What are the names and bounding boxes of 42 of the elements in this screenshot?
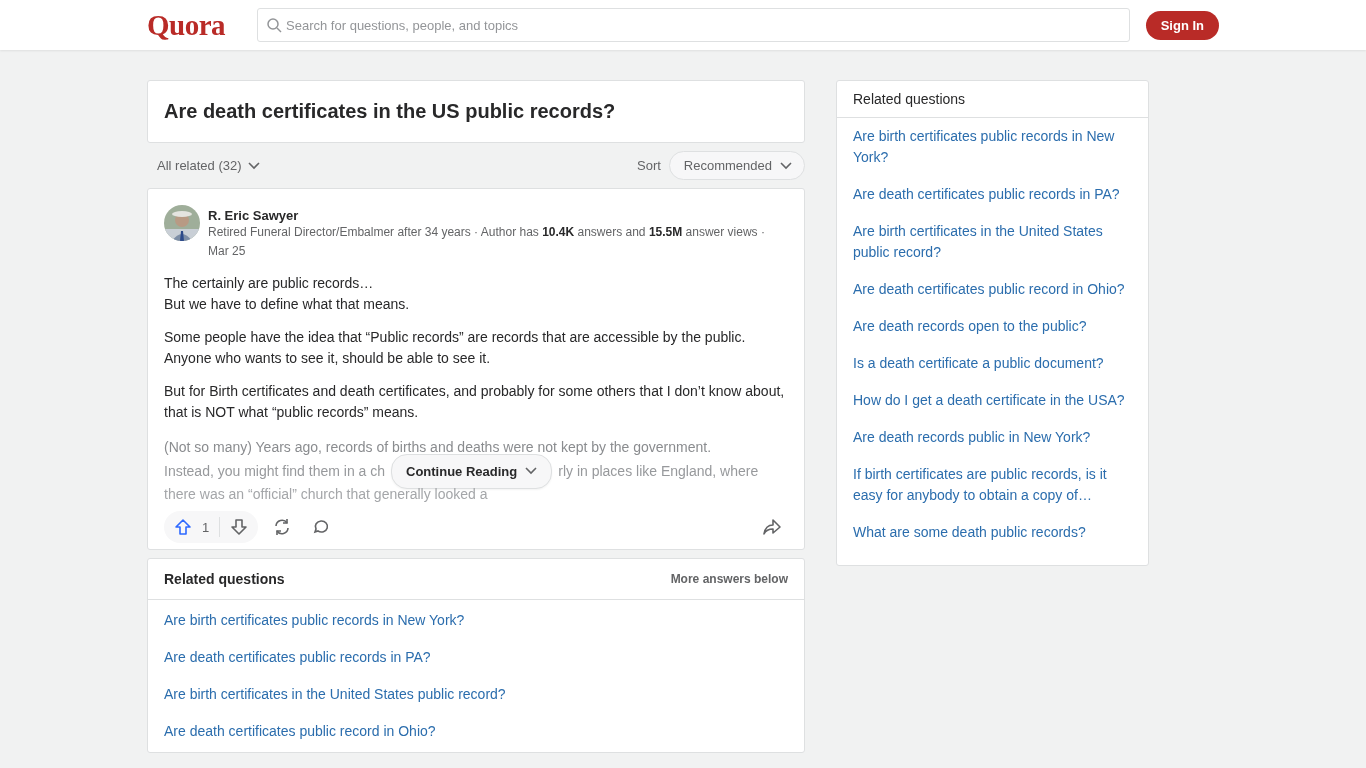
search-field[interactable]: Search for questions, people, and topics xyxy=(257,8,1130,42)
answer-text: Some people have the idea that “Public records” are records that are accessible by the public. Anyone who wants to see it, should be able to see it. xyxy=(164,328,747,368)
related-question-link[interactable]: Is a death certificate a public document? xyxy=(853,353,1132,390)
answer-text: Instead, you might find them in a ch xyxy=(164,461,385,481)
related-question-link[interactable]: Are death certificates public record in Ohio? xyxy=(853,279,1132,316)
more-answers-note: More answers below xyxy=(670,572,788,586)
author-credential: Retired Funeral Director/Embalmer after 34 years · Author has 10.4K answers and 15.5M answer views · Mar 25 xyxy=(208,224,766,260)
related-question-link[interactable]: If birth certificates are public records, is it easy for anybody to obtain a copy of… xyxy=(853,464,1132,522)
related-question-link[interactable]: Are death certificates public records in PA? xyxy=(853,184,1132,221)
answer-text: rly in places like England, where xyxy=(558,461,759,481)
chevron-down-icon xyxy=(780,161,792,170)
related-question-link[interactable]: Are birth certificates public records in New York? xyxy=(164,602,788,639)
answer-text: But for Birth certificates and death certificates, and probably for some others that I don’t know about, that is NOT what “public records” means. xyxy=(164,382,786,422)
chevron-down-icon xyxy=(247,161,260,170)
all-related-dropdown[interactable]: All related (32) xyxy=(157,158,260,173)
avatar[interactable] xyxy=(164,205,200,241)
downvote-icon xyxy=(230,518,249,536)
question-title: Are death certificates in the US public records? xyxy=(163,99,617,124)
sort-dropdown[interactable]: Recommended xyxy=(668,151,805,180)
related-question-link[interactable]: Are birth certificates in the United States public record? xyxy=(853,221,1132,279)
related-question-link[interactable]: Are birth certificates in the United States public record? xyxy=(164,676,788,713)
logo[interactable]: Quora xyxy=(147,8,226,42)
sign-in-button[interactable]: Sign In xyxy=(1145,10,1219,40)
search-icon xyxy=(266,17,283,33)
comment-icon xyxy=(312,518,331,536)
related-question-link[interactable]: Are death records open to the public? xyxy=(853,316,1132,353)
sort-label: Sort xyxy=(637,158,661,173)
related-question-link[interactable]: What are some death public records? xyxy=(853,522,1132,559)
continue-reading-button[interactable]: Continue Reading xyxy=(391,453,553,489)
related-question-link[interactable]: Are death certificates public records in PA? xyxy=(164,639,788,676)
related-question-link[interactable]: How do I get a death certificate in the USA? xyxy=(853,390,1132,427)
upvote-icon xyxy=(174,518,192,536)
share-icon xyxy=(762,517,782,537)
author-name[interactable]: R. Eric Sawyer xyxy=(208,208,788,223)
section-title: Related questions xyxy=(164,571,285,587)
chevron-down-icon xyxy=(525,467,538,475)
related-question-link[interactable]: Are death certificates public record in Ohio? xyxy=(164,713,788,750)
answer-text: But we have to define what that means. xyxy=(164,295,411,314)
answer-text: The certainly are public records… xyxy=(164,274,375,293)
related-question-link[interactable]: Are birth certificates public records in New York? xyxy=(853,126,1132,184)
related-question-link[interactable]: Are death records public in New York? xyxy=(853,427,1132,464)
section-title: Related questions xyxy=(837,81,1148,118)
